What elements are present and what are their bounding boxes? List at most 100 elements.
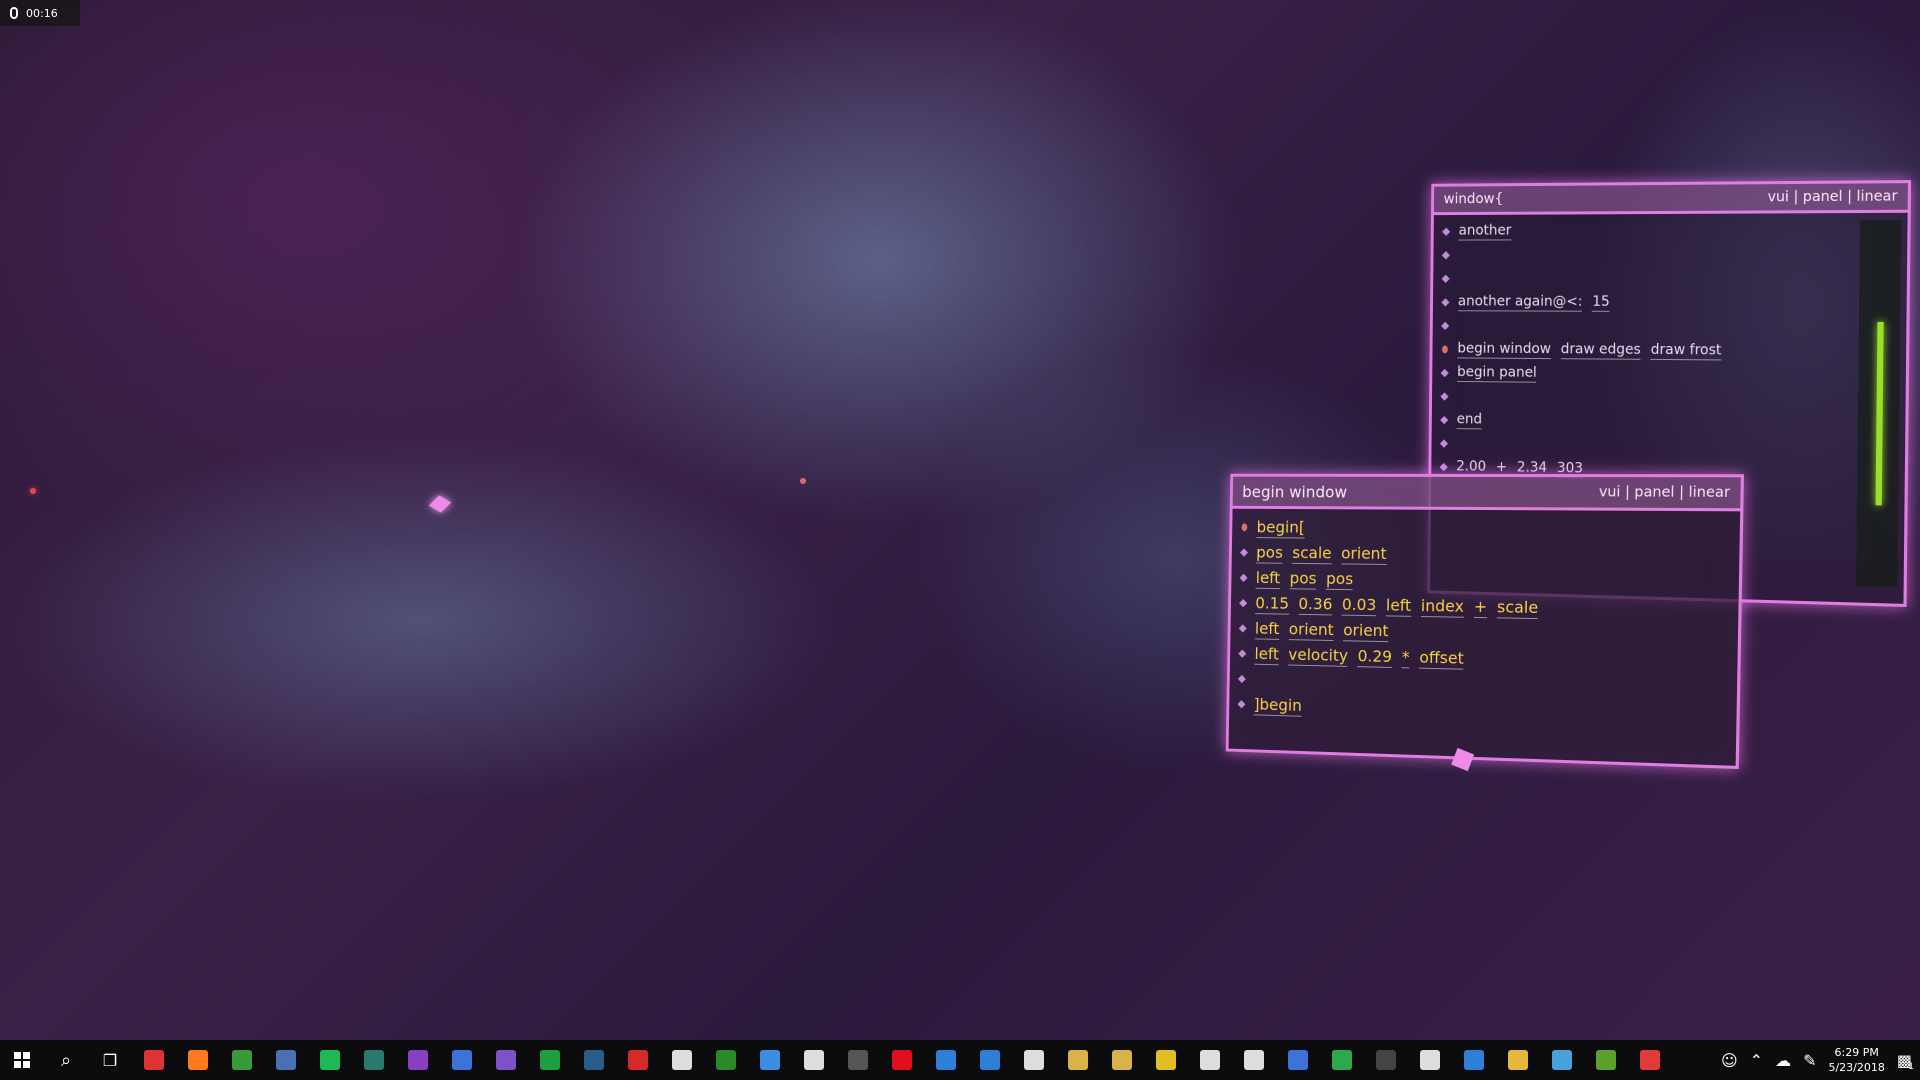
code-row[interactable] <box>1440 386 1895 413</box>
opera-icon[interactable] <box>880 1040 924 1080</box>
steam-icon[interactable] <box>572 1040 616 1080</box>
code-token[interactable]: * <box>1401 646 1410 668</box>
code-token[interactable]: index <box>1420 595 1465 618</box>
window-panel-title: window{ <box>1443 191 1504 208</box>
app-icon[interactable] <box>352 1040 396 1080</box>
row-bullet-icon <box>1439 439 1449 448</box>
panel-drag-handle[interactable] <box>1451 747 1475 772</box>
code-row[interactable]: another again@<: 15 <box>1441 292 1896 315</box>
oculus-icon[interactable] <box>792 1040 836 1080</box>
code-row[interactable] <box>1441 315 1896 339</box>
bug-icon[interactable] <box>836 1040 880 1080</box>
wolf-icon[interactable] <box>1012 1040 1056 1080</box>
onenote-icon[interactable] <box>396 1040 440 1080</box>
star <box>800 478 806 484</box>
cloud-icon[interactable]: ☁ <box>1775 1051 1791 1070</box>
code-token[interactable]: left <box>1254 618 1280 640</box>
vscode-icon[interactable] <box>1452 1040 1496 1080</box>
code-token[interactable]: another again@<: <box>1457 293 1583 312</box>
folder-icon[interactable] <box>1496 1040 1540 1080</box>
oculus-icon-glyph <box>804 1050 824 1070</box>
visual-studio-icon-glyph <box>496 1050 516 1070</box>
spotify-icon[interactable] <box>308 1040 352 1080</box>
app-icon[interactable] <box>1188 1040 1232 1080</box>
start-icon[interactable] <box>0 1040 44 1080</box>
app-icon[interactable] <box>616 1040 660 1080</box>
code-token[interactable]: left <box>1254 643 1280 665</box>
code-token[interactable]: another <box>1458 222 1512 241</box>
code-token[interactable]: scale <box>1292 542 1332 564</box>
visual-studio-icon[interactable] <box>484 1040 528 1080</box>
vim-icon[interactable] <box>220 1040 264 1080</box>
code-token[interactable]: + <box>1473 596 1488 618</box>
app-icon[interactable] <box>1320 1040 1364 1080</box>
app-icon[interactable] <box>924 1040 968 1080</box>
code-token[interactable]: pos <box>1325 568 1354 590</box>
code-token[interactable]: orient <box>1343 620 1389 642</box>
notification-icon[interactable]: ▩ 1 <box>1897 1051 1914 1072</box>
code-row[interactable]: another <box>1442 219 1897 243</box>
code-token[interactable]: velocity <box>1288 644 1349 667</box>
app-icon[interactable] <box>1408 1040 1452 1080</box>
code-token[interactable]: begin window <box>1457 340 1551 360</box>
code-token[interactable]: pos <box>1289 568 1317 590</box>
chat-icon[interactable] <box>748 1040 792 1080</box>
vr-cursor-icon[interactable] <box>428 495 452 513</box>
app-icon[interactable] <box>1232 1040 1276 1080</box>
books-icon[interactable] <box>1100 1040 1144 1080</box>
panel-scrollbar[interactable] <box>1856 219 1902 588</box>
begin-window-panel-titlebar[interactable]: begin window vui | panel | linear <box>1232 476 1741 512</box>
clock[interactable]: 6:29 PM 5/23/2018 <box>1828 1045 1884 1075</box>
code-token[interactable]: 0.29 <box>1357 645 1393 668</box>
app-icon[interactable] <box>704 1040 748 1080</box>
code-token[interactable]: ]begin <box>1253 694 1302 717</box>
app-icon[interactable] <box>528 1040 572 1080</box>
task-view-icon-glyph: ❐ <box>102 1050 118 1070</box>
scroll-level-bar[interactable] <box>1875 321 1884 506</box>
code-token[interactable]: end <box>1456 411 1483 430</box>
code-token[interactable]: begin panel <box>1457 364 1537 383</box>
task-view-icon[interactable]: ❐ <box>88 1040 132 1080</box>
code-token[interactable]: scale <box>1496 596 1539 619</box>
recording-time: 00:16 <box>26 6 58 20</box>
code-token[interactable]: draw edges <box>1560 341 1641 360</box>
code-token[interactable]: 15 <box>1592 293 1610 312</box>
code-row[interactable]: begin window draw edges draw frost <box>1442 339 1896 364</box>
app-icon[interactable] <box>1540 1040 1584 1080</box>
code-token[interactable]: begin[ <box>1256 517 1305 539</box>
code-token[interactable]: orient <box>1340 543 1387 565</box>
code-token[interactable]: left <box>1385 595 1412 617</box>
window-panel-titlebar[interactable]: window{ vui | panel | linear <box>1433 183 1908 216</box>
app-icon[interactable] <box>1276 1040 1320 1080</box>
code-token[interactable]: pos <box>1256 542 1284 564</box>
row-bullet-icon <box>1439 462 1448 472</box>
code-row[interactable] <box>1441 243 1897 266</box>
code-token[interactable]: draw frost <box>1650 341 1722 361</box>
code-row[interactable]: begin panel <box>1440 362 1896 388</box>
oculus-icon[interactable] <box>660 1040 704 1080</box>
app-icon-glyph <box>936 1050 956 1070</box>
app-icon[interactable] <box>968 1040 1012 1080</box>
app-icon[interactable] <box>1364 1040 1408 1080</box>
app-icon[interactable] <box>264 1040 308 1080</box>
system-tray: ☺ ⌃ ☁ ✎ 6:29 PM 5/23/2018 ▩ 1 <box>1721 1040 1920 1080</box>
app-icon[interactable] <box>1628 1040 1672 1080</box>
begin-window-panel[interactable]: begin window vui | panel | linear begin[… <box>1225 473 1745 772</box>
chevron-up-icon[interactable]: ⌃ <box>1750 1051 1763 1070</box>
search-icon[interactable]: ⌕ <box>44 1040 88 1080</box>
app-icon[interactable] <box>1144 1040 1188 1080</box>
app-icon[interactable] <box>1584 1040 1628 1080</box>
books-icon[interactable] <box>1056 1040 1100 1080</box>
firefox-icon[interactable] <box>176 1040 220 1080</box>
code-row[interactable] <box>1441 268 1897 290</box>
code-token[interactable]: 0.36 <box>1298 593 1333 615</box>
code-token[interactable]: orient <box>1288 619 1334 641</box>
app-icon[interactable] <box>440 1040 484 1080</box>
app-icon[interactable] <box>132 1040 176 1080</box>
pen-icon[interactable]: ✎ <box>1803 1051 1816 1070</box>
code-token[interactable]: offset <box>1419 647 1464 670</box>
code-token[interactable]: left <box>1255 567 1281 589</box>
code-token[interactable]: 0.15 <box>1255 593 1290 615</box>
people-icon[interactable]: ☺ <box>1721 1051 1738 1070</box>
code-token[interactable]: 0.03 <box>1341 594 1377 616</box>
